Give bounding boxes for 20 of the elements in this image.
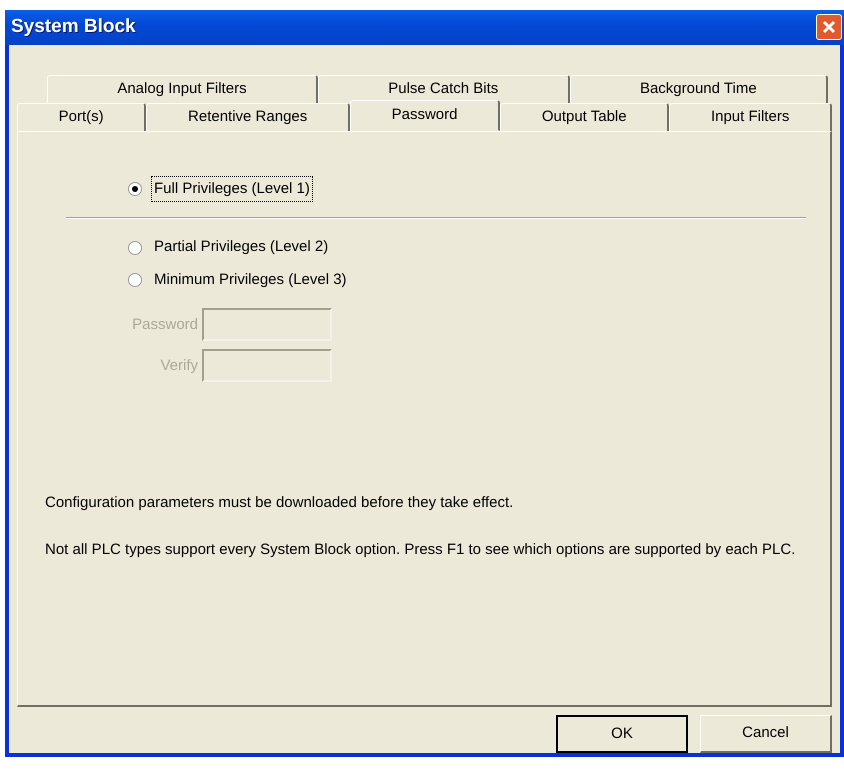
info-text: Configuration parameters must be downloaded before they take effect. [45,493,514,514]
field-label: Password [131,314,198,335]
tab[interactable]: Background Time [570,74,828,103]
tab[interactable]: Output Table [500,102,670,131]
dialog-button[interactable]: OK [556,715,688,753]
radio-option[interactable]: Minimum Privileges (Level 3) [128,268,830,292]
tab[interactable]: Retentive Ranges [146,102,350,131]
radio-option[interactable]: Partial Privileges (Level 2) [128,235,830,260]
info-text: Not all PLC types support every System Block option. Press F1 to see which options are supported by each PLC. [45,540,796,560]
radio-option[interactable]: Full Privileges (Level 1) [128,176,830,202]
close-icon [822,20,836,34]
tab[interactable]: Port(s) [17,102,146,131]
tab[interactable]: Password [350,100,500,131]
tab[interactable]: Analog Input Filters [47,74,318,103]
window-title: System Block [11,15,136,40]
dialog-button[interactable]: Cancel [700,715,832,753]
close-button[interactable] [816,14,842,40]
tab[interactable]: Pulse Catch Bits [318,74,570,103]
field-label: Verify [159,356,198,376]
tab[interactable]: Input Filters [669,102,832,131]
